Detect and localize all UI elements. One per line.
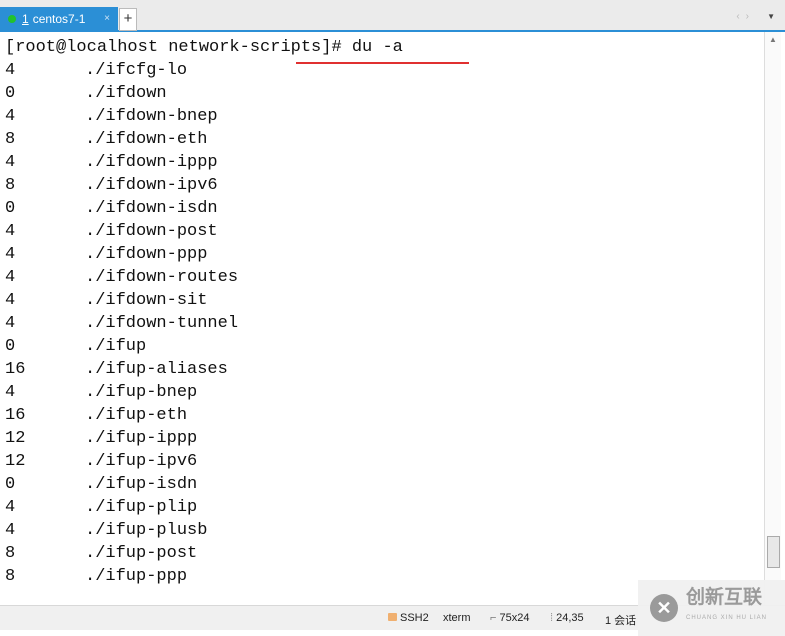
file-size: 4: [5, 314, 16, 333]
tab-label: centos7-1: [32, 11, 86, 26]
file-size: 4: [5, 61, 16, 80]
output-line: 4 ./ifdown-ppp: [5, 243, 207, 266]
tab-scroll-arrows-icon[interactable]: ‹›: [736, 11, 755, 22]
output-line: 16 ./ifup-eth: [5, 404, 187, 427]
output-line: 8 ./ifup-ppp: [5, 565, 187, 588]
file-path: ./ifup-isdn: [85, 475, 198, 494]
output-line: 4 ./ifup-bnep: [5, 381, 197, 404]
file-size: 12: [5, 452, 26, 471]
watermark-subtext: CHUANG XIN HU LIAN: [686, 615, 768, 621]
file-size: 4: [5, 222, 16, 241]
file-size: 4: [5, 521, 16, 540]
file-path: ./ifup-post: [85, 544, 198, 563]
output-line: 0 ./ifup-isdn: [5, 473, 197, 496]
file-path: ./ifup-bnep: [85, 383, 198, 402]
output-line: 4 ./ifdown-tunnel: [5, 312, 238, 335]
output-line: 12 ./ifup-ipv6: [5, 450, 197, 473]
scrollbar-thumb[interactable]: [767, 536, 780, 568]
lock-icon: [388, 613, 397, 621]
output-line: 8 ./ifdown-eth: [5, 128, 207, 151]
file-path: ./ifdown-isdn: [85, 199, 218, 218]
watermark-logo: ✕ 创新互联 CHUANG XIN HU LIAN: [638, 580, 785, 636]
tab-menu-dropdown-icon[interactable]: ▼: [767, 12, 775, 21]
output-line: 4 ./ifup-plip: [5, 496, 197, 519]
output-line: 0 ./ifup: [5, 335, 146, 358]
file-size: 16: [5, 406, 26, 425]
file-size: 4: [5, 498, 16, 517]
file-path: ./ifdown-routes: [85, 268, 239, 287]
file-path: ./ifdown-tunnel: [85, 314, 239, 333]
file-path: ./ifdown-ipv6: [85, 176, 218, 195]
output-line: 4 ./ifdown-bnep: [5, 105, 218, 128]
file-size: 4: [5, 245, 16, 264]
file-path: ./ifup-plusb: [85, 521, 208, 540]
file-path: ./ifup-aliases: [85, 360, 228, 379]
output-line: 4 ./ifdown-ippp: [5, 151, 218, 174]
watermark-icon: ✕: [650, 594, 678, 622]
file-size: 4: [5, 107, 16, 126]
cursor-position: ⁞ 24,35: [550, 612, 584, 624]
file-path: ./ifdown-bnep: [85, 107, 218, 126]
file-path: ./ifup-eth: [85, 406, 188, 425]
file-path: ./ifup-ppp: [85, 567, 188, 586]
terminal-output[interactable]: [root@localhost network-scripts]# du -a 4…: [0, 32, 763, 605]
watermark-text: 创新互联: [686, 587, 763, 608]
file-path: ./ifdown-ippp: [85, 153, 218, 172]
file-path: ./ifdown-sit: [85, 291, 208, 310]
protocol-status: SSH2: [388, 612, 429, 624]
command-prompt: [root@localhost network-scripts]# du -a: [5, 38, 403, 57]
file-size: 0: [5, 199, 16, 218]
tab-number: 1: [22, 11, 29, 26]
output-line: 4 ./ifcfg-lo: [5, 59, 187, 82]
file-size: 0: [5, 475, 16, 494]
file-path: ./ifdown: [85, 84, 167, 103]
output-line: 4 ./ifdown-routes: [5, 266, 238, 289]
output-line: 16 ./ifup-aliases: [5, 358, 228, 381]
terminal-type: xterm: [443, 612, 471, 624]
file-size: 16: [5, 360, 26, 379]
file-size: 4: [5, 383, 16, 402]
file-size: 4: [5, 291, 16, 310]
file-size: 4: [5, 153, 16, 172]
file-path: ./ifup-ippp: [85, 429, 198, 448]
file-path: ./ifup-ipv6: [85, 452, 198, 471]
file-path: ./ifcfg-lo: [85, 61, 188, 80]
command-highlight-underline: [296, 62, 469, 64]
file-path: ./ifdown-ppp: [85, 245, 208, 264]
file-path: ./ifdown-post: [85, 222, 218, 241]
output-line: 8 ./ifup-post: [5, 542, 197, 565]
output-line: 4 ./ifdown-post: [5, 220, 218, 243]
file-path: ./ifup-plip: [85, 498, 198, 517]
output-line: 8 ./ifdown-ipv6: [5, 174, 218, 197]
file-path: ./ifup: [85, 337, 147, 356]
file-size: 8: [5, 567, 16, 586]
file-size: 8: [5, 544, 16, 563]
tab-bar: 1 centos7-1 × + ‹› ▼: [0, 0, 785, 32]
output-line: 4 ./ifup-plusb: [5, 519, 207, 542]
scroll-up-icon[interactable]: ▲: [769, 35, 777, 44]
output-line: 0 ./ifdown: [5, 82, 167, 105]
session-count: 1 会话: [605, 615, 637, 627]
tab-centos7-1[interactable]: 1 centos7-1 ×: [0, 7, 118, 30]
output-line: 4 ./ifdown-sit: [5, 289, 207, 312]
file-size: 0: [5, 84, 16, 103]
connected-status-icon: [8, 14, 16, 23]
file-size: 8: [5, 176, 16, 195]
file-size: 12: [5, 429, 26, 448]
output-line: 12 ./ifup-ippp: [5, 427, 197, 450]
file-size: 8: [5, 130, 16, 149]
terminal-size: ⌐ 75x24: [490, 612, 530, 624]
add-tab-button[interactable]: +: [119, 8, 137, 31]
scrollbar[interactable]: ▲: [764, 32, 781, 605]
file-path: ./ifdown-eth: [85, 130, 208, 149]
file-size: 4: [5, 268, 16, 287]
file-size: 0: [5, 337, 16, 356]
output-line: 0 ./ifdown-isdn: [5, 197, 218, 220]
close-tab-icon[interactable]: ×: [104, 13, 110, 24]
